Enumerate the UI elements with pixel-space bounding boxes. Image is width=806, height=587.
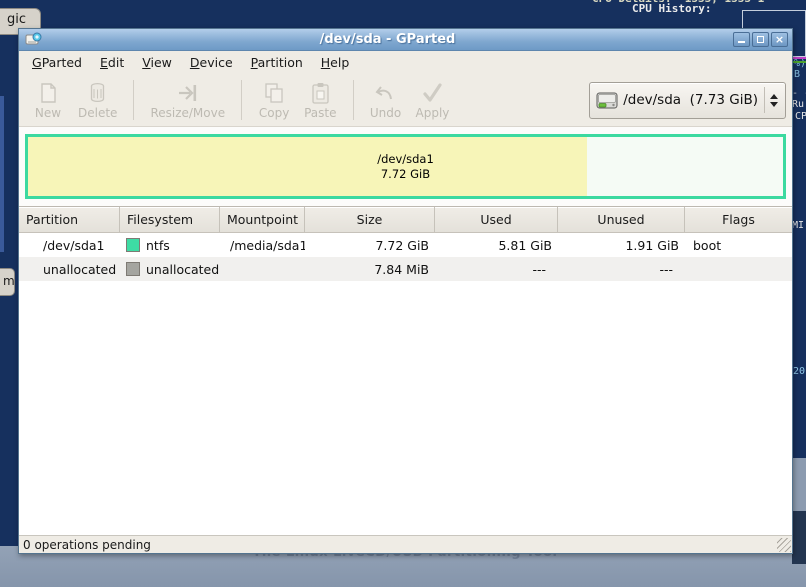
device-selector-value: /dev/sda (7.73 GiB): [623, 92, 758, 108]
background-window-edge: [0, 96, 4, 252]
background-window-tab-m[interactable]: m: [0, 268, 15, 296]
new-partition-icon: [36, 81, 61, 105]
desktop: CPU Details: 1333, 1333 1 CPU History: %…: [0, 0, 806, 587]
device-selector[interactable]: /dev/sda (7.73 GiB): [589, 82, 786, 119]
paste-button[interactable]: Paste: [297, 79, 343, 122]
desktop-right-dark-block: [792, 511, 806, 564]
bg-fragment: %): [794, 58, 806, 69]
cell-filesystem: unallocated: [120, 262, 220, 277]
monitor-line-green: [793, 61, 806, 63]
unallocated-color-swatch: [126, 262, 140, 276]
copy-button[interactable]: Copy: [251, 79, 297, 122]
column-header-filesystem[interactable]: Filesystem: [120, 207, 220, 232]
spinner-arrows-icon[interactable]: [770, 94, 781, 107]
toolbar-separator: [353, 80, 354, 120]
menu-gparted[interactable]: GParted: [23, 52, 91, 73]
resize-move-button[interactable]: Resize/Move: [143, 79, 232, 122]
window-title: /dev/sda - GParted: [42, 32, 733, 47]
resize-move-icon: [175, 81, 200, 105]
menu-edit[interactable]: Edit: [91, 52, 133, 73]
undo-icon: [373, 81, 398, 105]
copy-icon: [262, 81, 287, 105]
statusbar: 0 operations pending: [19, 535, 792, 553]
toolbar-separator: [241, 80, 242, 120]
close-button[interactable]: ×: [771, 32, 788, 47]
column-header-partition[interactable]: Partition: [19, 207, 120, 232]
table-empty-area: [19, 281, 792, 535]
partition-visual-panel: /dev/sda1 7.72 GiB: [19, 127, 792, 206]
operations-pending-text: 0 operations pending: [23, 538, 151, 552]
partition-bar[interactable]: /dev/sda1 7.72 GiB: [25, 134, 786, 199]
menu-view[interactable]: View: [133, 52, 181, 73]
cell-flags: boot: [685, 238, 792, 253]
hard-drive-icon: [596, 92, 618, 109]
menu-device[interactable]: Device: [181, 52, 242, 73]
menubar: GParted Edit View Device Partition Help: [19, 51, 792, 74]
table-row[interactable]: /dev/sda1 ntfs /media/sda1 7.72 GiB 5.81…: [19, 233, 792, 257]
cell-partition: unallocated: [19, 262, 120, 277]
resize-grip[interactable]: [777, 538, 791, 552]
menu-help[interactable]: Help: [312, 52, 359, 73]
bg-fragment: CP: [795, 111, 806, 122]
maximize-button[interactable]: [752, 32, 769, 47]
cell-size: 7.84 MiB: [305, 262, 435, 277]
monitor-line-magenta: [793, 57, 806, 59]
bg-fragment: Ru: [792, 99, 804, 110]
table-row[interactable]: unallocated unallocated 7.84 MiB --- ---: [19, 257, 792, 281]
minimize-button[interactable]: [733, 32, 750, 47]
delete-partition-icon: [85, 81, 110, 105]
gparted-app-icon: [25, 32, 42, 47]
ntfs-color-swatch: [126, 238, 140, 252]
table-header-row: Partition Filesystem Mountpoint Size Use…: [19, 207, 792, 233]
cell-size: 7.72 GiB: [305, 238, 435, 253]
cell-mountpoint: /media/sda1: [220, 238, 305, 253]
paste-icon: [308, 81, 333, 105]
bg-fragment: B: [794, 69, 800, 80]
column-header-flags[interactable]: Flags: [685, 207, 792, 232]
close-icon: ×: [772, 33, 787, 46]
cell-used: 5.81 GiB: [435, 238, 558, 253]
column-header-used[interactable]: Used: [435, 207, 558, 232]
column-header-size[interactable]: Size: [305, 207, 435, 232]
bg-fragment: - -: [792, 88, 806, 99]
cpu-history-label: CPU History:: [632, 2, 711, 15]
apply-icon: [420, 81, 445, 105]
toolbar-separator: [133, 80, 134, 120]
cell-filesystem: ntfs: [120, 238, 220, 253]
cell-unused: 1.91 GiB: [558, 238, 685, 253]
cell-partition: /dev/sda1: [19, 238, 120, 253]
toolbar: New Delete Resize/Move: [19, 74, 792, 127]
combo-separator: [764, 87, 765, 113]
cell-unused: ---: [558, 262, 685, 277]
undo-button[interactable]: Undo: [363, 79, 409, 122]
partition-table: Partition Filesystem Mountpoint Size Use…: [19, 206, 792, 535]
titlebar[interactable]: /dev/sda - GParted ×: [19, 29, 792, 51]
gparted-window: /dev/sda - GParted × GParted Edit View D…: [18, 28, 793, 554]
cell-used: ---: [435, 262, 558, 277]
partition-bar-label: /dev/sda1 7.72 GiB: [28, 152, 783, 182]
apply-button[interactable]: Apply: [409, 79, 457, 122]
menu-partition[interactable]: Partition: [242, 52, 312, 73]
maximize-icon: [757, 36, 764, 43]
bg-fragment: 20: [793, 366, 805, 377]
column-header-mountpoint[interactable]: Mountpoint: [220, 207, 305, 232]
column-header-unused[interactable]: Unused: [558, 207, 685, 232]
minimize-icon: [738, 41, 745, 43]
bg-fragment: MI: [792, 220, 804, 231]
new-button[interactable]: New: [25, 79, 71, 122]
delete-button[interactable]: Delete: [71, 79, 124, 122]
